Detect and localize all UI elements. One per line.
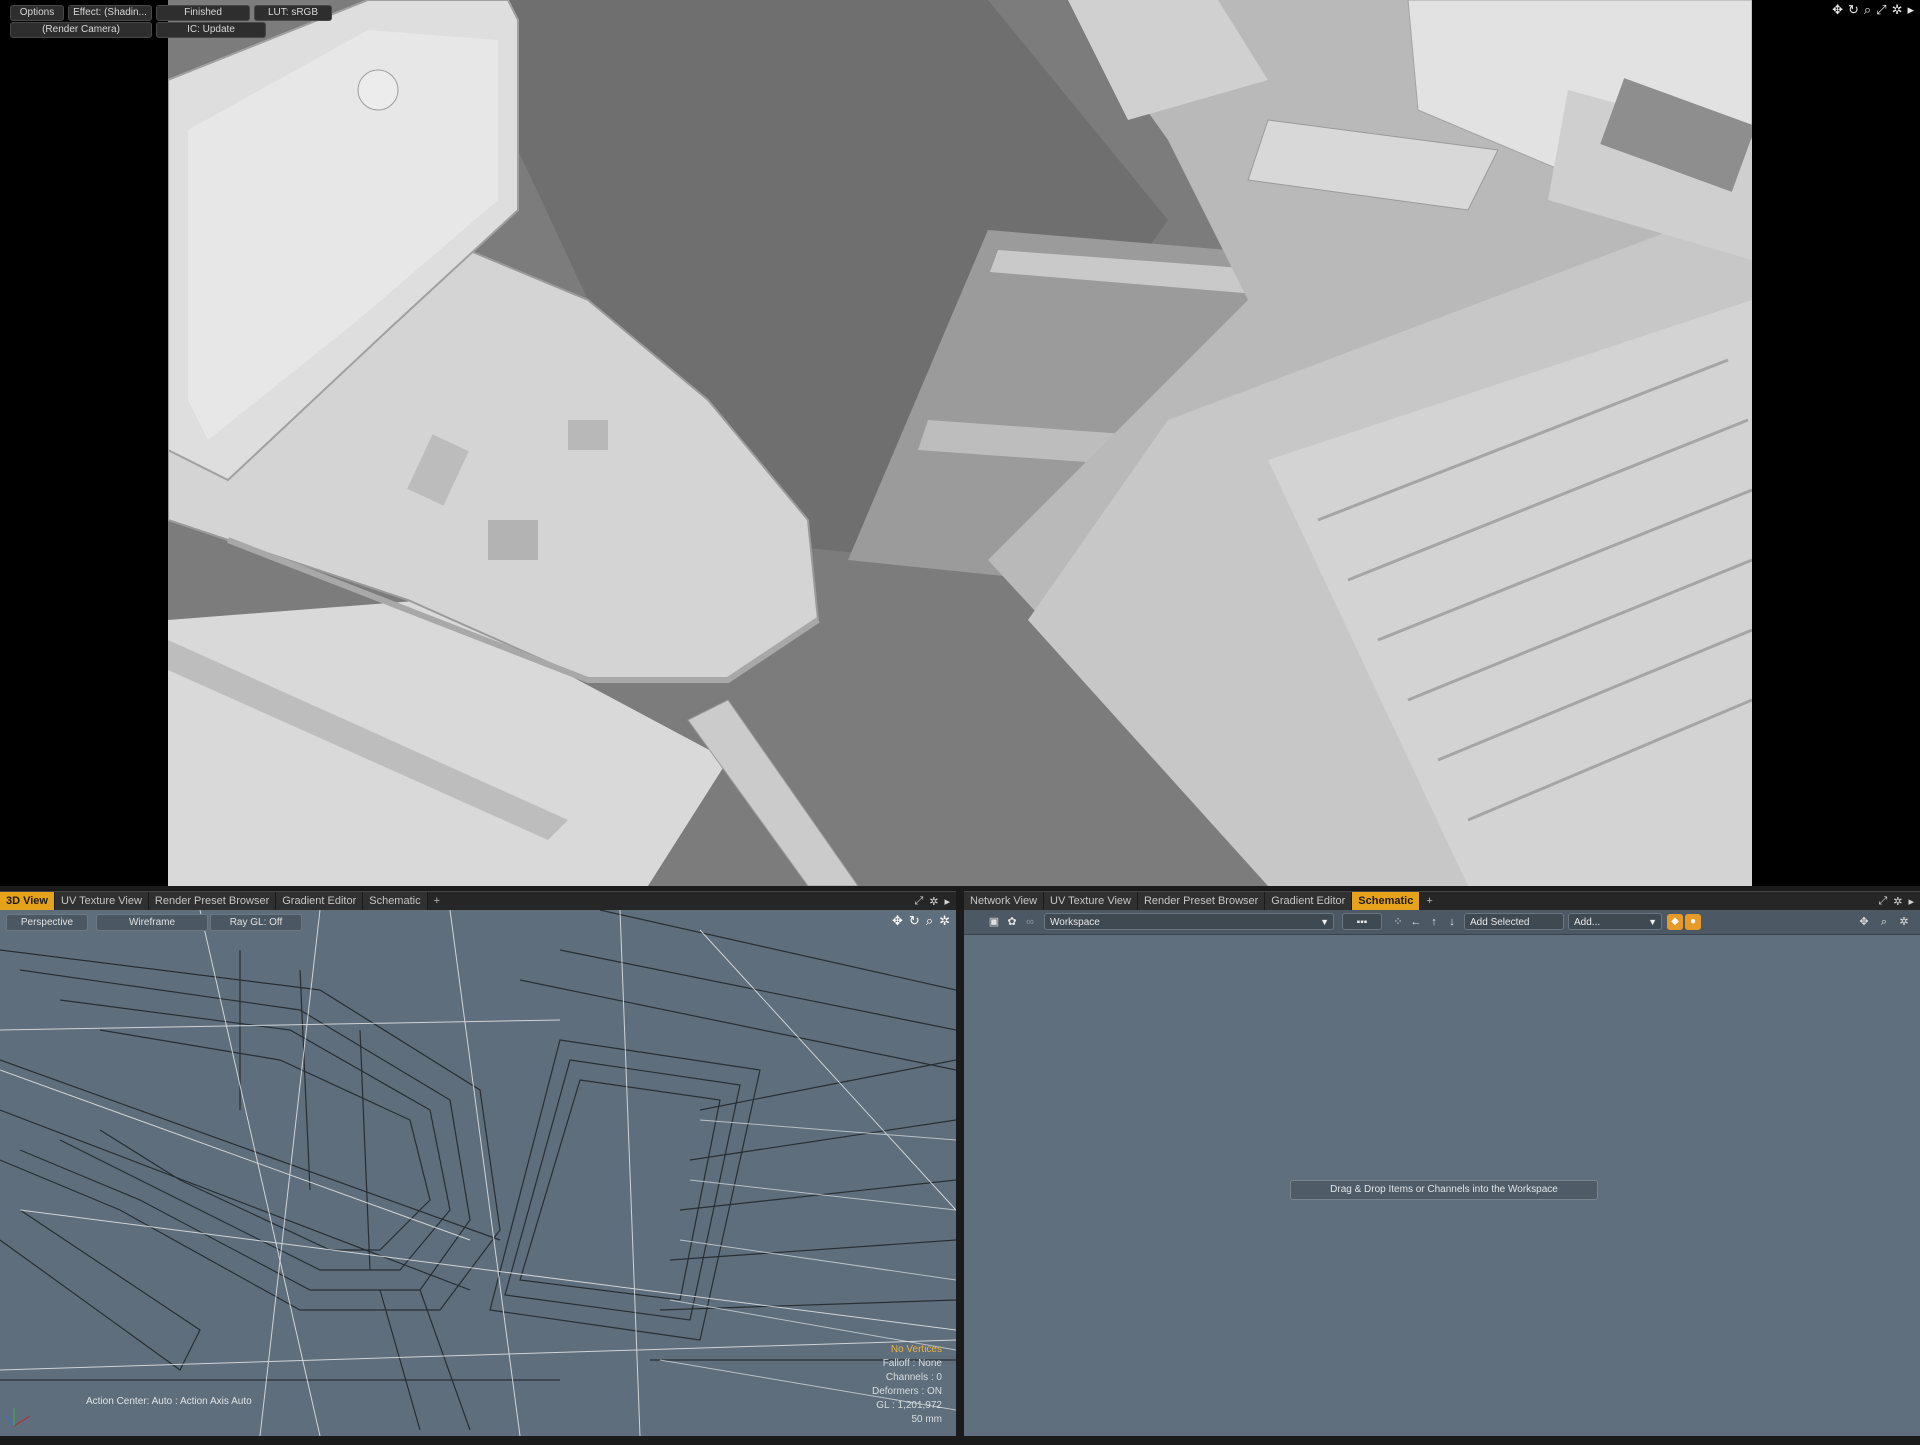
add-menu[interactable]: Add... ▼ (1568, 913, 1662, 930)
schematic-workspace[interactable]: ▣ ✿ ∞ Workspace ▼ ▪▪▪ ⁘ ← ↑ ↓ Add Selecte… (964, 910, 1920, 1436)
arrow-icon[interactable]: ▸ (1908, 895, 1914, 908)
zoom-icon[interactable]: ⌕ (1876, 914, 1892, 930)
diamond-icon[interactable]: ◆ (1667, 914, 1683, 930)
zoom-icon[interactable]: ⌕ (926, 913, 933, 929)
left-panel: 3D View UV Texture View Render Preset Br… (0, 891, 956, 1436)
options-button[interactable]: Options (10, 5, 64, 21)
move-icon[interactable]: ✥ (1832, 2, 1843, 18)
shading-dropdown[interactable]: Wireframe (96, 914, 208, 931)
maximize-icon[interactable]: ⤢ (1878, 895, 1887, 908)
tab-schematic[interactable]: Schematic (1352, 892, 1421, 910)
circle-icon[interactable]: ● (1685, 914, 1701, 930)
add-tab-button[interactable]: + (1420, 892, 1438, 910)
arrow-left-icon[interactable]: ← (1408, 914, 1424, 930)
tab-network-view[interactable]: Network View (964, 892, 1045, 910)
chevron-down-icon: ▼ (1648, 917, 1657, 927)
tab-render-preset-browser[interactable]: Render Preset Browser (148, 892, 277, 910)
camera-dropdown[interactable]: (Render Camera) (10, 22, 152, 38)
render-view[interactable]: Options Effect: (Shadin... Finished LUT:… (0, 0, 1920, 886)
arrow-down-icon[interactable]: ↓ (1444, 914, 1460, 930)
left-tab-icons: ⤢ ✲ ▸ (914, 892, 956, 910)
tab-uv-texture-view[interactable]: UV Texture View (55, 892, 149, 910)
schematic-toolbar: ▣ ✿ ∞ Workspace ▼ ▪▪▪ ⁘ ← ↑ ↓ Add Selecte… (964, 910, 1920, 935)
units-info: 50 mm (911, 1414, 942, 1425)
arrow-icon[interactable]: ▸ (1907, 2, 1914, 18)
ic-update-button[interactable]: IC: Update (156, 22, 266, 38)
channels-info: Channels : 0 (885, 1372, 942, 1383)
right-tabbar: Network View UV Texture View Render Pres… (964, 891, 1920, 910)
wireframe-scene (0, 910, 956, 1436)
arrow-icon[interactable]: ▸ (944, 895, 950, 908)
viewport-nav-icons: ✥ ↻ ⌕ ✲ (892, 913, 950, 929)
action-center-info: Action Center: Auto : Action Axis Auto (86, 1396, 252, 1407)
projection-dropdown[interactable]: Perspective (6, 914, 88, 931)
chevron-down-icon: ▼ (1320, 917, 1329, 927)
move-icon[interactable]: ✥ (892, 913, 903, 929)
workspace-select[interactable]: Workspace ▼ (1044, 913, 1334, 930)
gear-icon[interactable]: ✲ (1893, 895, 1902, 908)
arrow-up-icon[interactable]: ↑ (1426, 914, 1442, 930)
left-tabbar: 3D View UV Texture View Render Preset Br… (0, 891, 956, 910)
maximize-icon[interactable]: ⤢ (914, 895, 923, 908)
gl-info: GL : 1,201,972 (876, 1400, 942, 1411)
zoom-icon[interactable]: ⌕ (1864, 2, 1871, 18)
move-icon[interactable]: ✥ (1856, 914, 1872, 930)
gear-icon[interactable]: ✲ (1892, 2, 1903, 18)
gear-icon[interactable]: ✲ (929, 895, 938, 908)
falloff-info: Falloff : None (882, 1358, 942, 1369)
layout-button[interactable]: ▪▪▪ (1342, 913, 1382, 930)
gear-icon[interactable]: ✲ (939, 913, 950, 929)
node-icon[interactable]: ▣ (986, 914, 1002, 930)
deformers-info: Deformers : ON (871, 1386, 942, 1397)
tab-uv-texture-view[interactable]: UV Texture View (1044, 892, 1138, 910)
tab-gradient-editor[interactable]: Gradient Editor (1265, 892, 1353, 910)
right-panel: Network View UV Texture View Render Pres… (964, 891, 1920, 1436)
add-selected-button[interactable]: Add Selected (1464, 913, 1564, 930)
rotate-icon[interactable]: ↻ (909, 913, 920, 929)
tab-3d-view[interactable]: 3D View (0, 892, 55, 910)
tab-schematic[interactable]: Schematic (363, 892, 428, 910)
add-tab-button[interactable]: + (428, 892, 446, 910)
rotate-icon[interactable]: ↻ (1848, 2, 1859, 18)
render-image (168, 0, 1752, 886)
link-icon[interactable]: ∞ (1022, 914, 1038, 930)
render-view-icons: ✥ ↻ ⌕ ⤢ ✲ ▸ (1832, 2, 1914, 18)
selection-info: No Vertices (890, 1344, 942, 1355)
lut-dropdown[interactable]: LUT: sRGB (254, 5, 332, 21)
tab-gradient-editor[interactable]: Gradient Editor (276, 892, 364, 910)
drop-hint: Drag & Drop Items or Channels into the W… (1290, 1180, 1598, 1200)
maximize-icon[interactable]: ⤢ (1876, 2, 1886, 18)
raygl-dropdown[interactable]: Ray GL: Off (210, 914, 302, 931)
gear-icon[interactable]: ✲ (1896, 914, 1912, 930)
render-status: Finished (156, 5, 250, 21)
3d-viewport[interactable]: Perspective Wireframe Ray GL: Off ✥ ↻ ⌕ … (0, 910, 956, 1436)
right-tab-icons: ⤢ ✲ ▸ (1878, 892, 1920, 910)
fit-icon[interactable]: ⁘ (1390, 914, 1406, 930)
effect-dropdown[interactable]: Effect: (Shadin... (68, 5, 152, 21)
settings-node-icon[interactable]: ✿ (1004, 914, 1020, 930)
tab-render-preset-browser[interactable]: Render Preset Browser (1137, 892, 1266, 910)
